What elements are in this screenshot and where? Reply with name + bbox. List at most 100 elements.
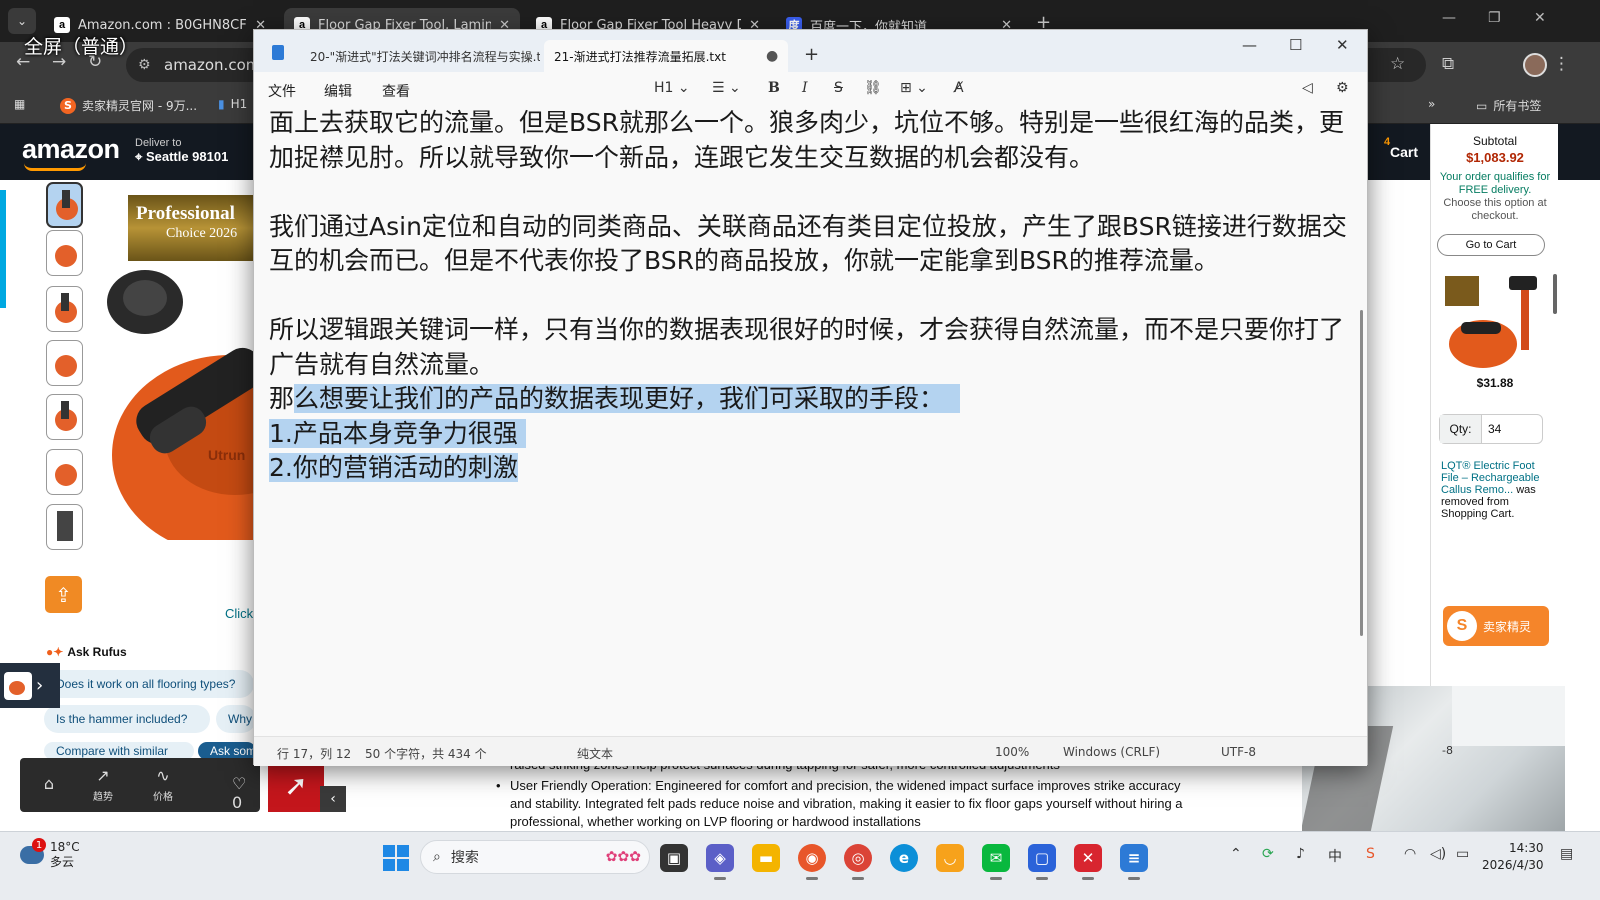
weather-widget[interactable]: 1 18°C 多云	[20, 838, 80, 870]
minimize-icon[interactable]: —	[1442, 10, 1456, 26]
close-window-icon[interactable]: ✕	[1336, 36, 1349, 54]
copilot-icon[interactable]: ◁	[1302, 80, 1313, 96]
xmind-icon[interactable]: ✕	[1074, 844, 1102, 880]
sellersprite-widget[interactable]: S 卖家精灵	[1443, 606, 1549, 646]
notepad-tab-2[interactable]: 21-渐进式打法推荐流量拓展.txt ●	[544, 40, 788, 72]
rufus-chip[interactable]: Why	[216, 705, 256, 733]
edge-icon[interactable]: e	[890, 844, 918, 872]
wifi-icon[interactable]: ◠	[1404, 846, 1416, 862]
tray-chevron-up-icon[interactable]: ⌃	[1230, 846, 1242, 862]
menu-edit[interactable]: 编辑	[324, 81, 352, 101]
battery-icon[interactable]: ▭	[1456, 846, 1469, 862]
minimize-icon[interactable]: —	[1242, 36, 1257, 54]
cart-scrollbar[interactable]	[1553, 274, 1557, 314]
text-editor[interactable]: 面上去获取它的流量。但是BSR就那么一个。狼多肉少，坑位不够。特别是一些很红海的…	[254, 106, 1354, 736]
list-dropdown-icon[interactable]: ☰ ⌄	[712, 80, 741, 96]
input-method-icon[interactable]: 中	[1328, 846, 1342, 866]
menu-file[interactable]: 文件	[268, 81, 296, 101]
firefox-icon[interactable]: ◉	[798, 844, 826, 880]
close-window-icon[interactable]: ✕	[1534, 10, 1546, 26]
microphone-icon[interactable]: ♪	[1296, 846, 1305, 862]
price-button[interactable]: ∿ 价格	[138, 766, 188, 803]
task-view-icon[interactable]: ▣	[660, 844, 688, 872]
heading-label: H1	[654, 80, 674, 96]
professional-choice-badge: Professional Choice 2026	[128, 195, 258, 261]
windows-start-icon[interactable]	[383, 845, 409, 871]
chrome-icon[interactable]: ◎	[844, 844, 872, 880]
product-main-image[interactable]: Utrun	[100, 270, 260, 540]
sellersprite-tray-icon[interactable]: S	[1366, 846, 1375, 862]
cart-button[interactable]: 4 Cart	[1384, 136, 1418, 160]
rufus-side-panel-toggle[interactable]: ›	[0, 663, 60, 708]
tab-search-button[interactable]: ⌄	[8, 8, 36, 34]
rufus-chip[interactable]: Does it work on all flooring types?	[44, 670, 254, 698]
heading-dropdown[interactable]: H1 ⌄	[654, 80, 690, 96]
trend-button[interactable]: ↗ 趋势	[78, 766, 128, 803]
selected-text: 2.你的营销活动的刺激	[269, 453, 518, 482]
settings-gear-icon[interactable]: ⚙	[1336, 80, 1349, 96]
subtotal-label: Subtotal	[1472, 134, 1518, 148]
bookmark-star-icon[interactable]: ☆	[1390, 54, 1405, 74]
cart-item-image[interactable]	[1443, 274, 1539, 374]
maximize-icon[interactable]: ☐	[1289, 36, 1302, 54]
taskbar-search[interactable]: ⌕ 搜索 ✿✿✿	[420, 840, 650, 874]
site-info-icon[interactable]: ⚙	[138, 57, 151, 73]
collapse-arrow-icon[interactable]: ‹	[320, 786, 346, 812]
product-thumbnail[interactable]	[46, 449, 83, 495]
all-bookmarks-folder[interactable]: ▭ 所有书签	[1476, 97, 1541, 114]
apps-grid-icon[interactable]: ▦	[14, 97, 25, 111]
badge-line-2: Choice 2026	[166, 226, 238, 241]
product-thumbnail[interactable]	[46, 340, 83, 386]
bookmark-h1[interactable]: ▮ H1	[218, 97, 247, 111]
profile-avatar[interactable]	[1523, 53, 1547, 77]
upload-cloud-icon[interactable]: ⇪	[45, 576, 82, 613]
extensions-icon[interactable]: ⧉	[1442, 54, 1454, 74]
amazon-logo[interactable]: amazon	[22, 134, 120, 165]
bold-icon[interactable]: B	[768, 80, 780, 96]
sync-icon[interactable]: ⟳	[1262, 846, 1274, 862]
volume-icon[interactable]: ◁)	[1430, 846, 1446, 862]
notepad-tab-1[interactable]: 20-"渐进式"打法关键词冲排名流程与实操.t	[300, 40, 540, 72]
file-explorer-icon[interactable]: ▬	[752, 844, 780, 872]
notepad-app-icon[interactable]: ≡	[1120, 844, 1148, 880]
menu-dots-icon[interactable]: ⋮	[1553, 54, 1570, 74]
product-thumbnail[interactable]	[46, 504, 83, 550]
wechat-icon[interactable]: ✉	[982, 844, 1010, 880]
zoom-level[interactable]: 100%	[995, 745, 1029, 759]
italic-icon[interactable]: I	[802, 80, 808, 96]
go-to-cart-button[interactable]: Go to Cart	[1437, 234, 1545, 256]
price-label: 价格	[153, 792, 173, 803]
strikethrough-icon[interactable]: S	[834, 80, 843, 96]
store-icon[interactable]: ◡	[936, 844, 964, 872]
new-tab-button[interactable]: +	[804, 44, 819, 65]
product-thumbnail[interactable]	[46, 182, 83, 228]
vertical-scrollbar[interactable]	[1360, 310, 1363, 636]
system-clock[interactable]: 14:30 2026/4/30	[1482, 840, 1544, 874]
clear-format-icon[interactable]: A̸	[954, 80, 964, 96]
product-thumbnail[interactable]	[46, 230, 83, 276]
favorites-button[interactable]: ♡ 0	[232, 774, 260, 812]
table-dropdown-icon[interactable]: ⊞ ⌄	[900, 80, 928, 96]
product-thumbnail[interactable]	[46, 286, 83, 332]
copilot-app-icon[interactable]: ◈	[706, 844, 734, 880]
format-indicator[interactable]: 纯文本	[577, 745, 613, 762]
search-icon: ⌕	[433, 849, 441, 865]
chat-app-icon[interactable]: ▢	[1028, 844, 1056, 880]
bookmark-sellersprite[interactable]: S 卖家精灵官网 - 9万...	[60, 97, 197, 114]
temperature: 18°C	[50, 840, 80, 854]
click-to-zoom-text[interactable]: Click	[225, 606, 253, 621]
restore-icon[interactable]: ❐	[1488, 10, 1501, 26]
home-icon[interactable]: ⌂	[24, 774, 74, 796]
rocket-arrow-icon[interactable]: ➚	[268, 758, 324, 812]
menu-view[interactable]: 查看	[382, 81, 410, 101]
rufus-chip[interactable]: Is the hammer included?	[44, 705, 210, 733]
cart-count: 4	[1384, 136, 1391, 148]
encoding[interactable]: UTF-8	[1221, 745, 1256, 759]
quantity-selector[interactable]: Qty: 34	[1439, 414, 1543, 444]
notification-icon[interactable]: ▤	[1560, 846, 1573, 862]
link-icon[interactable]: ⛓	[864, 80, 882, 96]
product-thumbnail[interactable]	[46, 394, 83, 440]
deliver-to[interactable]: Deliver to ⌖ Seattle 98101	[135, 136, 228, 165]
line-ending[interactable]: Windows (CRLF)	[1063, 745, 1160, 759]
more-bookmarks-icon[interactable]: »	[1428, 97, 1435, 111]
